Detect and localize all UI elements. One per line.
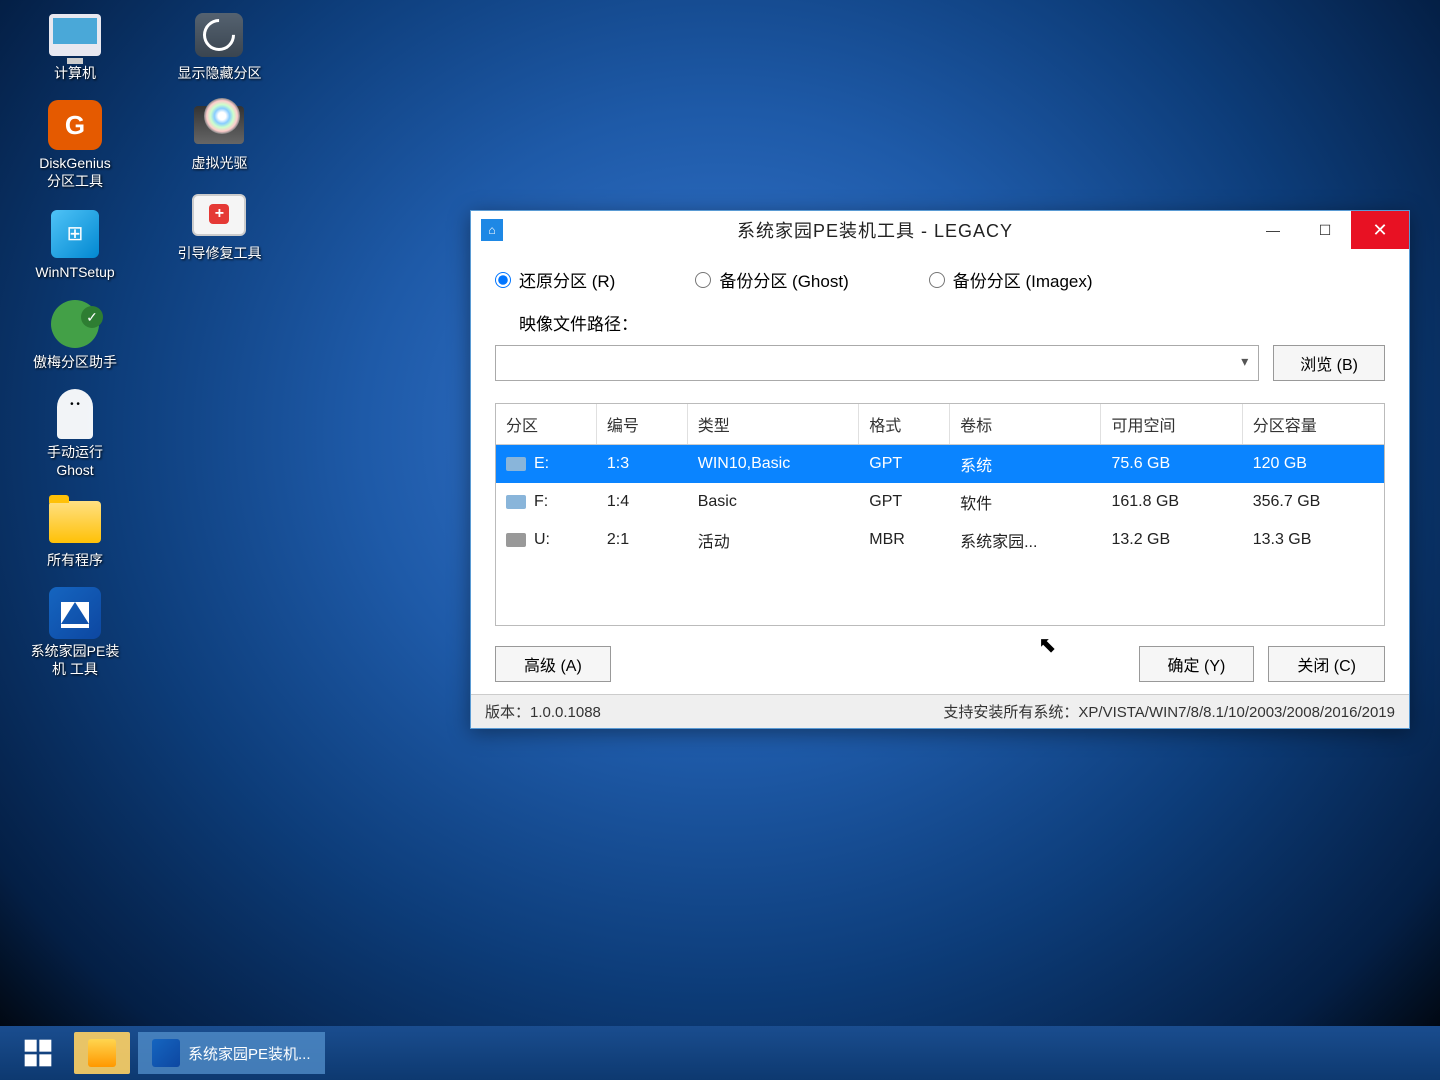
browse-button[interactable]: 浏览 (B) — [1273, 345, 1385, 381]
radio-backup-ghost[interactable]: 备份分区 (Ghost) — [695, 267, 848, 292]
table-row[interactable]: U: 2:1 活动 MBR 系统家园... 13.2 GB 13.3 GB — [496, 521, 1384, 559]
version-text: 版本：1.0.0.1088 — [485, 701, 601, 722]
folder-icon — [49, 501, 101, 543]
support-text: 支持安装所有系统：XP/VISTA/WIN7/8/8.1/10/2003/200… — [943, 701, 1395, 722]
taskbar-file-manager[interactable] — [74, 1032, 130, 1074]
diskgenius-icon: G — [48, 100, 102, 150]
desktop-icon-computer[interactable]: 计算机 — [10, 10, 140, 82]
desktop-icon-boot-repair[interactable]: 引导修复工具 — [154, 190, 284, 262]
app-icon: ⌂ — [481, 219, 503, 241]
maximize-button[interactable]: ☐ — [1299, 211, 1351, 249]
drive-icon — [506, 533, 526, 547]
pe-installer-window: ⌂ 系统家园PE装机工具 - LEGACY — ☐ ✕ 还原分区 (R) 备份分… — [470, 210, 1410, 729]
desktop-icon-virtual-cd[interactable]: 虚拟光驱 — [154, 100, 284, 172]
winntsetup-icon: ⊞ — [51, 210, 99, 258]
advanced-button[interactable]: 高级 (A) — [495, 646, 611, 682]
ok-button[interactable]: 确定 (Y) — [1139, 646, 1255, 682]
folder-icon — [88, 1039, 116, 1067]
statusbar: 版本：1.0.0.1088 支持安装所有系统：XP/VISTA/WIN7/8/8… — [471, 694, 1409, 728]
table-row[interactable]: E: 1:3 WIN10,Basic GPT 系统 75.6 GB 120 GB — [496, 445, 1384, 483]
window-title: 系统家园PE装机工具 - LEGACY — [503, 217, 1247, 243]
desktop-icon-programs[interactable]: 所有程序 — [10, 497, 140, 569]
aomei-icon — [51, 300, 99, 348]
pe-tool-icon — [152, 1039, 180, 1067]
minimize-button[interactable]: — — [1247, 211, 1299, 249]
radio-backup-imagex[interactable]: 备份分区 (Imagex) — [929, 267, 1093, 292]
drive-icon — [506, 495, 526, 509]
desktop-icon-diskgenius[interactable]: G DiskGenius 分区工具 — [10, 100, 140, 190]
taskbar: 系统家园PE装机... — [0, 1026, 1440, 1080]
pe-tool-icon — [49, 587, 101, 639]
cd-icon — [194, 106, 244, 144]
start-button[interactable] — [10, 1032, 66, 1074]
computer-icon — [49, 14, 101, 56]
table-header: 分区 编号 类型 格式 卷标 可用空间 分区容量 — [496, 404, 1384, 445]
repair-icon — [192, 194, 246, 236]
desktop-icon-hidden-partition[interactable]: 显示隐藏分区 — [154, 10, 284, 82]
desktop-icon-ghost[interactable]: 手动运行 Ghost — [10, 389, 140, 479]
radio-restore[interactable]: 还原分区 (R) — [495, 267, 615, 292]
table-row[interactable]: F: 1:4 Basic GPT 软件 161.8 GB 356.7 GB — [496, 483, 1384, 521]
close-dialog-button[interactable]: 关闭 (C) — [1268, 646, 1385, 682]
desktop-icon-pe-tool[interactable]: 系统家园PE装 机 工具 — [10, 588, 140, 678]
ghost-icon — [57, 389, 93, 439]
titlebar[interactable]: ⌂ 系统家园PE装机工具 - LEGACY — ☐ ✕ — [471, 211, 1409, 249]
close-button[interactable]: ✕ — [1351, 211, 1409, 249]
image-path-select[interactable] — [495, 345, 1259, 381]
path-label: 映像文件路径： — [519, 310, 638, 335]
desktop-icon-aomei[interactable]: 傲梅分区助手 — [10, 299, 140, 371]
windows-icon — [22, 1037, 54, 1069]
taskbar-running-app[interactable]: 系统家园PE装机... — [138, 1032, 325, 1074]
drive-icon — [506, 457, 526, 471]
hidden-partition-icon — [195, 13, 243, 57]
desktop-icon-winntsetup[interactable]: ⊞ WinNTSetup — [10, 209, 140, 281]
partition-table: 分区 编号 类型 格式 卷标 可用空间 分区容量 E: 1:3 WIN10,Ba… — [495, 403, 1385, 626]
